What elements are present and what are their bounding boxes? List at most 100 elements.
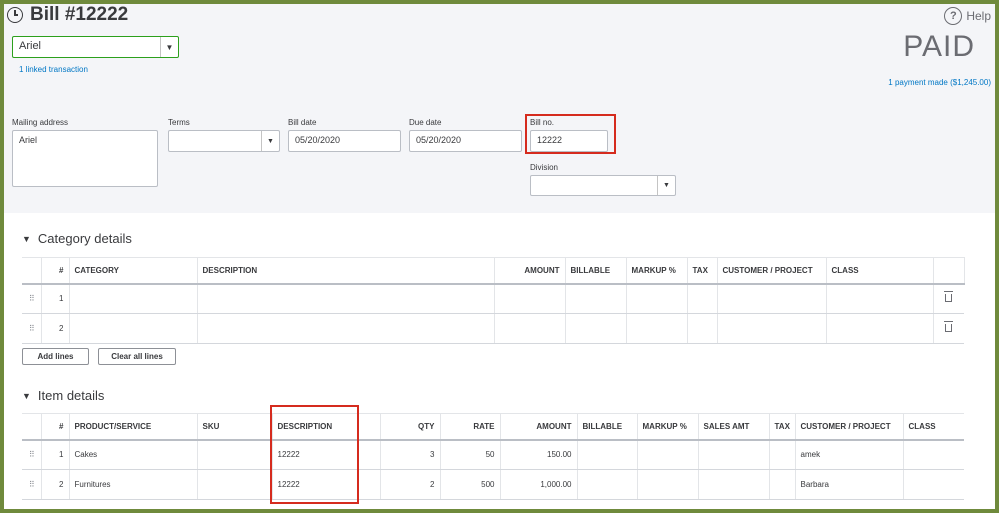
item-table: # PRODUCT/SERVICE SKU DESCRIPTION QTY RA… xyxy=(22,413,964,500)
terms-select[interactable]: ▼ xyxy=(168,130,280,152)
customer-cell[interactable]: Barbara xyxy=(795,469,904,500)
category-cell[interactable] xyxy=(69,313,198,344)
vendor-select[interactable]: Ariel ▼ xyxy=(12,36,179,58)
col-number: # xyxy=(41,257,70,285)
rate-cell[interactable]: 500 xyxy=(440,469,501,500)
bill-date-value: 05/20/2020 xyxy=(295,135,341,145)
markup-cell[interactable] xyxy=(637,469,699,500)
item-details-toggle[interactable]: ▼ Item details xyxy=(22,388,104,403)
bill-no-highlight xyxy=(525,114,616,154)
mailing-address-value: Ariel xyxy=(19,135,38,145)
triangle-down-icon: ▼ xyxy=(22,390,31,401)
chevron-down-icon[interactable]: ▼ xyxy=(261,131,279,151)
clock-history-icon[interactable] xyxy=(7,7,23,23)
table-row[interactable]: ⠿ 2 xyxy=(22,313,964,344)
chevron-down-icon[interactable]: ▼ xyxy=(160,37,178,57)
tax-cell[interactable] xyxy=(769,469,796,500)
markup-cell[interactable] xyxy=(626,283,688,314)
mailing-address-field[interactable]: Ariel xyxy=(12,130,158,187)
qty-cell[interactable]: 3 xyxy=(380,439,441,470)
terms-label: Terms xyxy=(168,118,190,127)
add-lines-button[interactable]: Add lines xyxy=(22,348,89,365)
description-cell[interactable] xyxy=(197,313,495,344)
sales-amt-cell[interactable] xyxy=(698,439,770,470)
col-description: DESCRIPTION xyxy=(197,257,495,285)
help-label: Help xyxy=(966,9,991,23)
drag-col-header xyxy=(22,257,42,285)
payment-made-link[interactable]: 1 payment made ($1,245.00) xyxy=(888,78,991,87)
amount-cell[interactable]: 1,000.00 xyxy=(500,469,578,500)
class-cell[interactable] xyxy=(826,313,934,344)
col-rate: RATE xyxy=(440,413,501,441)
bill-date-input[interactable]: 05/20/2020 xyxy=(288,130,401,152)
category-details-title: Category details xyxy=(37,231,132,246)
bill-date-label: Bill date xyxy=(288,118,317,127)
amount-cell[interactable] xyxy=(494,283,566,314)
tax-cell[interactable] xyxy=(687,283,718,314)
category-cell[interactable] xyxy=(69,283,198,314)
delete-col-header xyxy=(933,257,965,285)
col-tax: TAX xyxy=(769,413,796,441)
vendor-value: Ariel xyxy=(19,40,42,52)
billable-cell[interactable] xyxy=(577,439,638,470)
customer-cell[interactable] xyxy=(717,313,827,344)
delete-row-button[interactable] xyxy=(933,283,964,314)
linked-transaction-link[interactable]: 1 linked transaction xyxy=(19,65,88,74)
sales-amt-cell[interactable] xyxy=(698,469,770,500)
drag-handle-icon[interactable]: ⠿ xyxy=(22,439,42,470)
product-cell[interactable]: Furnitures xyxy=(69,469,198,500)
due-date-label: Due date xyxy=(409,118,442,127)
delete-row-button[interactable] xyxy=(933,313,964,344)
due-date-input[interactable]: 05/20/2020 xyxy=(409,130,522,152)
customer-cell[interactable] xyxy=(717,283,827,314)
billable-cell[interactable] xyxy=(565,283,627,314)
col-markup: MARKUP % xyxy=(626,257,688,285)
col-class: CLASS xyxy=(826,257,934,285)
chevron-down-icon[interactable]: ▼ xyxy=(657,176,675,195)
division-label: Division xyxy=(530,163,559,172)
category-table: # CATEGORY DESCRIPTION AMOUNT BILLABLE M… xyxy=(22,257,965,344)
rate-cell[interactable]: 50 xyxy=(440,439,501,470)
tax-cell[interactable] xyxy=(769,439,796,470)
trash-icon xyxy=(944,290,954,302)
amount-cell[interactable] xyxy=(494,313,566,344)
amount-cell[interactable]: 150.00 xyxy=(500,439,578,470)
table-row[interactable]: ⠿ 2 Furnitures 12222 2 500 1,000.00 Barb… xyxy=(22,469,964,500)
billable-cell[interactable] xyxy=(565,313,627,344)
triangle-down-icon: ▼ xyxy=(22,233,31,244)
drag-handle-icon[interactable]: ⠿ xyxy=(22,469,42,500)
col-sku: SKU xyxy=(197,413,273,441)
col-tax: TAX xyxy=(687,257,718,285)
markup-cell[interactable] xyxy=(637,439,699,470)
class-cell[interactable] xyxy=(903,439,964,470)
help-link[interactable]: ? Help xyxy=(944,7,991,25)
sku-cell[interactable] xyxy=(197,439,273,470)
mailing-address-label: Mailing address xyxy=(12,118,69,127)
question-circle-icon: ? xyxy=(944,7,963,25)
billable-cell[interactable] xyxy=(577,469,638,500)
table-row[interactable]: ⠿ 1 xyxy=(22,283,964,314)
row-number: 2 xyxy=(41,469,70,500)
col-billable: BILLABLE xyxy=(565,257,627,285)
clear-all-lines-button[interactable]: Clear all lines xyxy=(98,348,176,365)
class-cell[interactable] xyxy=(903,469,964,500)
description-cell[interactable] xyxy=(197,283,495,314)
division-select[interactable]: ▼ xyxy=(530,175,676,196)
item-header-row: # PRODUCT/SERVICE SKU DESCRIPTION QTY RA… xyxy=(22,413,964,441)
drag-handle-icon[interactable]: ⠿ xyxy=(22,313,42,344)
product-cell[interactable]: Cakes xyxy=(69,439,198,470)
drag-handle-icon[interactable]: ⠿ xyxy=(22,283,42,314)
markup-cell[interactable] xyxy=(626,313,688,344)
table-row[interactable]: ⠿ 1 Cakes 12222 3 50 150.00 amek xyxy=(22,439,964,470)
col-sales-amt: SALES AMT xyxy=(698,413,770,441)
col-amount: AMOUNT xyxy=(500,413,578,441)
qty-cell[interactable]: 2 xyxy=(380,469,441,500)
col-category: CATEGORY xyxy=(69,257,198,285)
category-details-toggle[interactable]: ▼ Category details xyxy=(22,231,132,246)
class-cell[interactable] xyxy=(826,283,934,314)
status-paid: PAID xyxy=(903,30,975,63)
tax-cell[interactable] xyxy=(687,313,718,344)
customer-cell[interactable]: amek xyxy=(795,439,904,470)
col-markup: MARKUP % xyxy=(637,413,699,441)
sku-cell[interactable] xyxy=(197,469,273,500)
